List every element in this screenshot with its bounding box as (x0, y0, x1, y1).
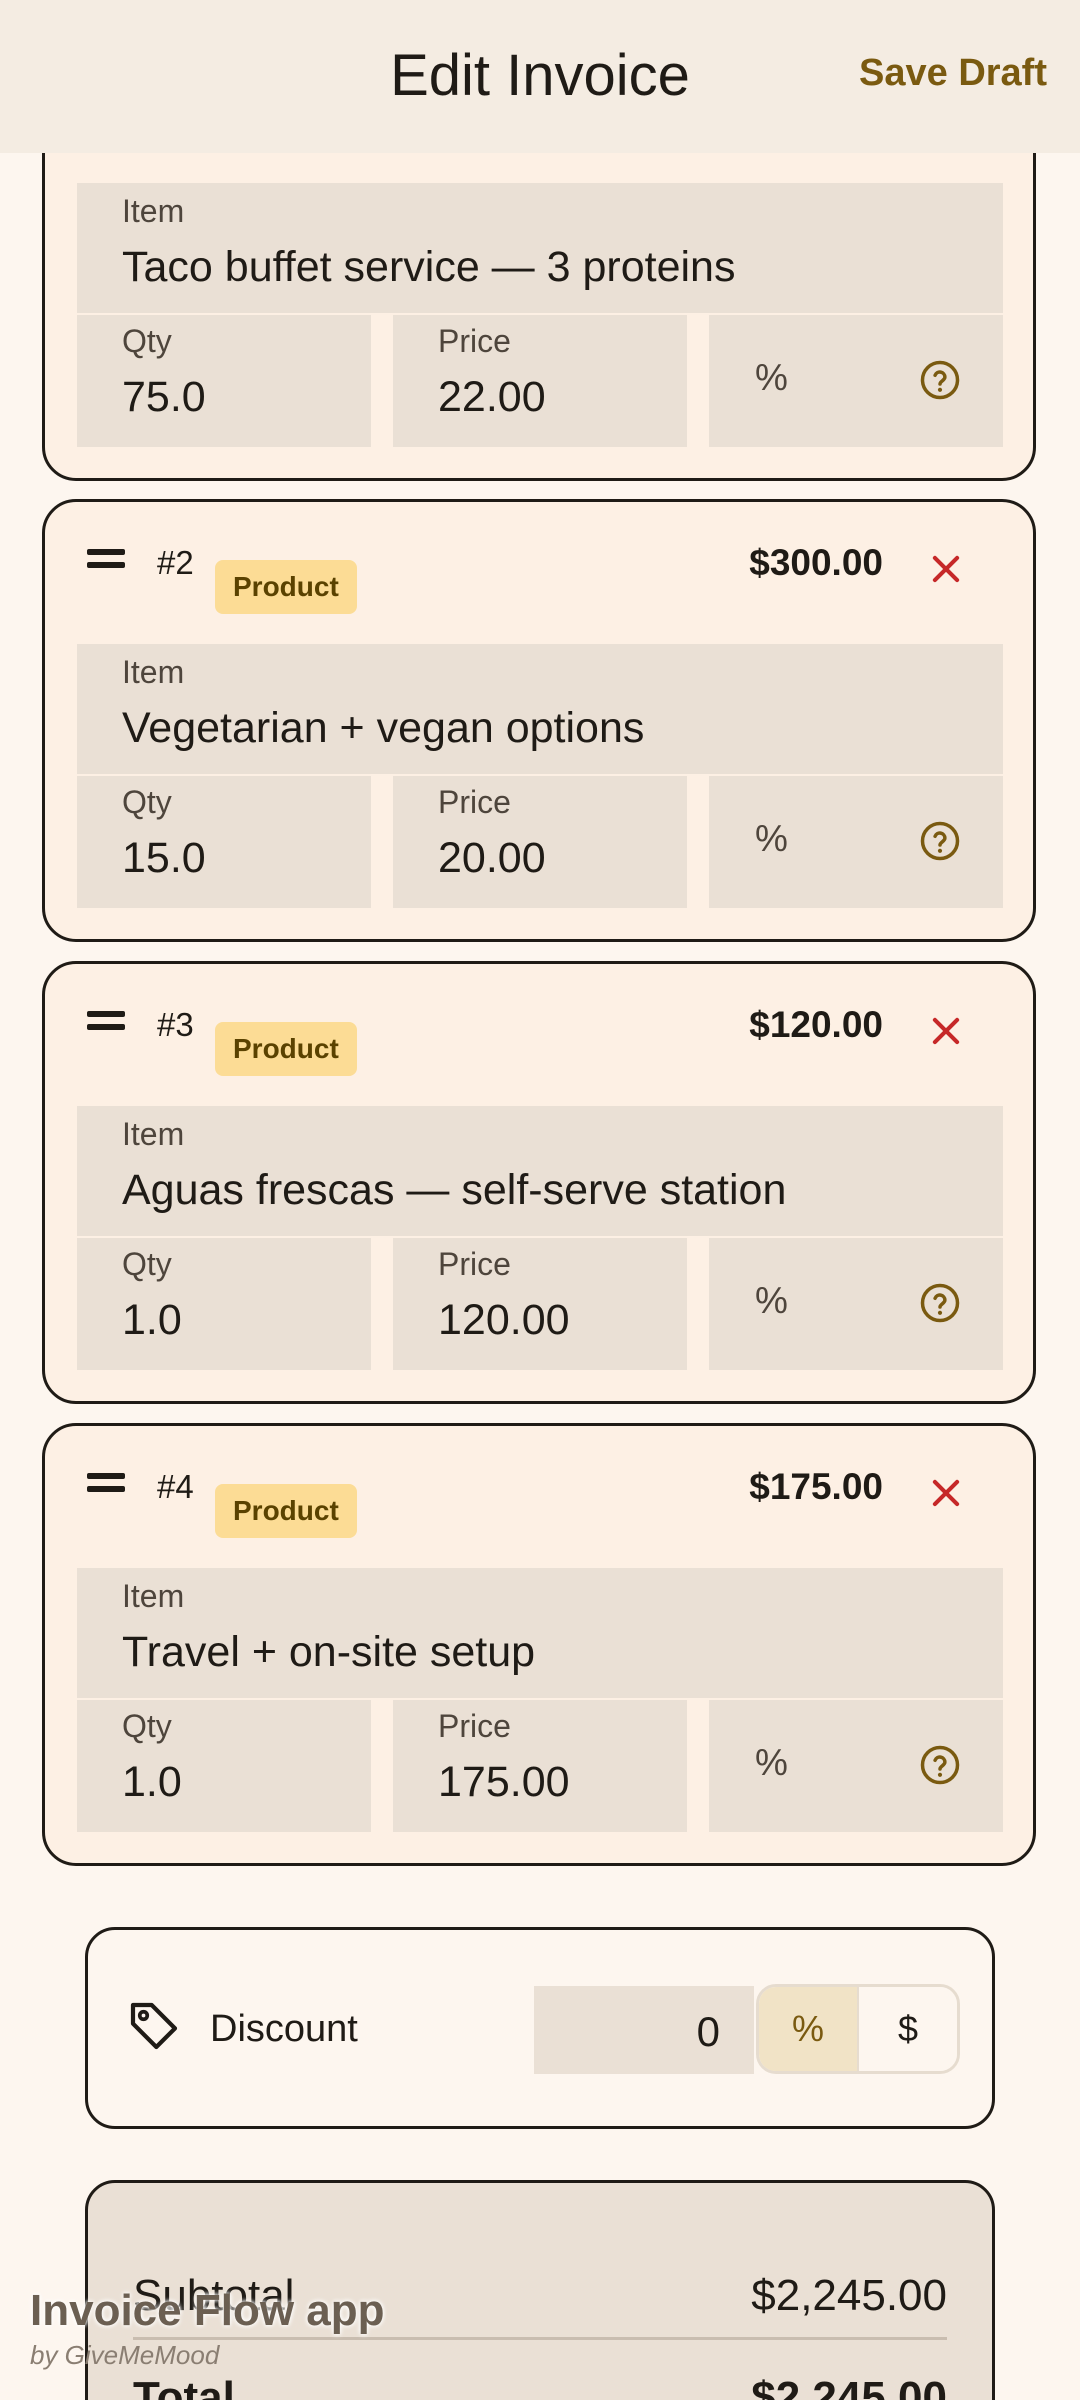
total-label: Total (133, 2373, 235, 2400)
type-badge: Product (215, 560, 357, 614)
help-icon[interactable] (919, 359, 961, 401)
line-item-card: #3 Product $120.00 Item Aguas frescas — … (42, 961, 1036, 1404)
discount-value: 0 (696, 2008, 720, 2055)
discount-card: Discount 0 % $ (85, 1927, 995, 2129)
subtotal-value: $2,245.00 (751, 2271, 947, 2320)
watermark-byline: by GiveMeMood (30, 2340, 220, 2370)
percent-suffix: % (755, 818, 788, 859)
app-bar: Edit Invoice Save Draft (0, 0, 1080, 153)
help-icon[interactable] (919, 1744, 961, 1786)
watermark-app-name: Invoice Flow app (30, 2286, 385, 2335)
price-field[interactable]: Price 120.00 (393, 1238, 687, 1370)
percent-suffix: % (755, 1280, 788, 1321)
price-field[interactable]: Price 175.00 (393, 1700, 687, 1832)
tax-percent-field[interactable]: % (709, 1700, 1003, 1832)
totals-divider (133, 2337, 947, 2340)
item-label: Item (122, 1578, 185, 1614)
item-value: Taco buffet service — 3 proteins (122, 243, 736, 291)
qty-field[interactable]: Qty 1.0 (77, 1700, 371, 1832)
help-icon[interactable] (919, 1282, 961, 1324)
qty-value: 15.0 (122, 834, 206, 882)
type-badge: Product (215, 1484, 357, 1538)
qty-field[interactable]: Qty 75.0 (77, 315, 371, 447)
price-value: 175.00 (438, 1758, 570, 1806)
drag-handle-icon[interactable] (87, 1473, 125, 1499)
qty-value: 1.0 (122, 1296, 182, 1344)
price-field[interactable]: Price 20.00 (393, 776, 687, 908)
item-number: #2 (157, 544, 194, 581)
price-value: 120.00 (438, 1296, 570, 1344)
percent-suffix: % (755, 1742, 788, 1783)
price-label: Price (438, 323, 511, 359)
qty-field[interactable]: Qty 1.0 (77, 1238, 371, 1370)
qty-label: Qty (122, 784, 172, 820)
drag-handle-icon[interactable] (87, 1011, 125, 1037)
price-field[interactable]: Price 22.00 (393, 315, 687, 447)
item-value: Travel + on-site setup (122, 1628, 536, 1676)
item-label: Item (122, 193, 185, 229)
price-value: 22.00 (438, 373, 546, 421)
drag-handle-icon[interactable] (87, 549, 125, 575)
item-field[interactable]: Item Taco buffet service — 3 proteins (77, 183, 1003, 313)
qty-label: Qty (122, 1708, 172, 1744)
price-label: Price (438, 1246, 511, 1282)
qty-field[interactable]: Qty 15.0 (77, 776, 371, 908)
item-number: #4 (157, 1468, 194, 1505)
item-number: #3 (157, 1006, 194, 1043)
discount-label: Discount (210, 2008, 358, 2050)
card-header: #4 Product $175.00 (45, 1426, 1033, 1566)
tax-percent-field[interactable]: % (709, 1238, 1003, 1370)
card-header: #3 Product $120.00 (45, 964, 1033, 1104)
save-draft-button[interactable]: Save Draft (859, 52, 1047, 95)
close-icon[interactable] (927, 1474, 965, 1512)
line-item-card: #4 Product $175.00 Item Travel + on-site… (42, 1423, 1036, 1866)
line-total: $175.00 (749, 1466, 883, 1507)
help-icon[interactable] (919, 820, 961, 862)
item-label: Item (122, 1116, 185, 1152)
price-label: Price (438, 1708, 511, 1744)
item-field[interactable]: Item Travel + on-site setup (77, 1568, 1003, 1698)
item-field[interactable]: Item Vegetarian + vegan options (77, 644, 1003, 774)
percent-suffix: % (755, 357, 788, 398)
item-field[interactable]: Item Aguas frescas — self-serve station (77, 1106, 1003, 1236)
qty-label: Qty (122, 1246, 172, 1282)
qty-label: Qty (122, 323, 172, 359)
discount-input[interactable]: 0 (534, 1986, 754, 2074)
price-label: Price (438, 784, 511, 820)
qty-value: 75.0 (122, 373, 206, 421)
close-icon[interactable] (927, 1012, 965, 1050)
tag-icon (130, 2002, 178, 2050)
card-header: #2 Product $300.00 (45, 502, 1033, 642)
line-total: $120.00 (749, 1004, 883, 1045)
item-label: Item (122, 654, 185, 690)
tax-percent-field[interactable]: % (709, 776, 1003, 908)
discount-mode-toggle: % $ (756, 1984, 960, 2074)
item-value: Aguas frescas — self-serve station (122, 1166, 787, 1214)
line-item-card: #2 Product $300.00 Item Vegetarian + veg… (42, 499, 1036, 942)
discount-mode-percent[interactable]: % (759, 1987, 859, 2071)
discount-mode-dollar[interactable]: $ (859, 1987, 957, 2071)
edit-invoice-screen: Edit Invoice Save Draft Item Taco buffet… (0, 0, 1080, 2400)
qty-value: 1.0 (122, 1758, 182, 1806)
price-value: 20.00 (438, 834, 546, 882)
tax-percent-field[interactable]: % (709, 315, 1003, 447)
type-badge: Product (215, 1022, 357, 1076)
close-icon[interactable] (927, 550, 965, 588)
total-value: $2,245.00 (751, 2373, 947, 2400)
item-value: Vegetarian + vegan options (122, 704, 645, 752)
line-total: $300.00 (749, 542, 883, 583)
